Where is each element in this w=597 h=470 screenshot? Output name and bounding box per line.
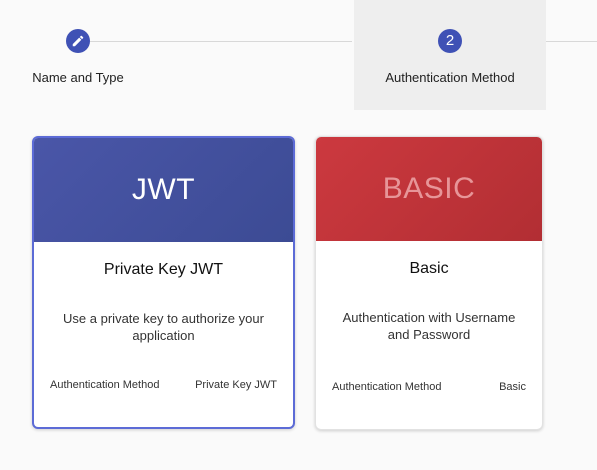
auth-method-card-basic[interactable]: BASIC Basic Authentication with Username…	[315, 136, 543, 430]
card-meta: Authentication Method Private Key JWT	[50, 379, 277, 391]
card-header: JWT	[34, 138, 293, 242]
step-label: Authentication Method	[385, 70, 515, 85]
step-label: Name and Type	[32, 70, 124, 85]
card-meta-value: Private Key JWT	[195, 379, 277, 391]
stepper: Name and Type 2 Authentication Method	[0, 0, 597, 115]
card-meta-label: Authentication Method	[50, 379, 160, 391]
card-title: Basic	[409, 260, 449, 277]
card-title: Private Key JWT	[103, 261, 224, 278]
step-number-badge: 2	[438, 29, 462, 53]
step-authentication-method[interactable]: 2 Authentication Method	[354, 0, 546, 110]
card-description: Authentication with Username and Passwor…	[342, 310, 516, 342]
card-meta-value: Basic	[499, 381, 526, 393]
stepper-connector	[546, 41, 597, 42]
card-meta: Authentication Method Basic	[332, 381, 526, 393]
card-header: BASIC	[316, 137, 542, 241]
card-meta-label: Authentication Method	[332, 381, 442, 393]
step-edit-badge	[66, 29, 90, 53]
auth-method-card-jwt[interactable]: JWT Private Key JWT Use a private key to…	[32, 136, 295, 429]
card-description: Use a private key to authorize your appl…	[63, 311, 264, 343]
step-name-and-type[interactable]: Name and Type	[18, 0, 138, 110]
